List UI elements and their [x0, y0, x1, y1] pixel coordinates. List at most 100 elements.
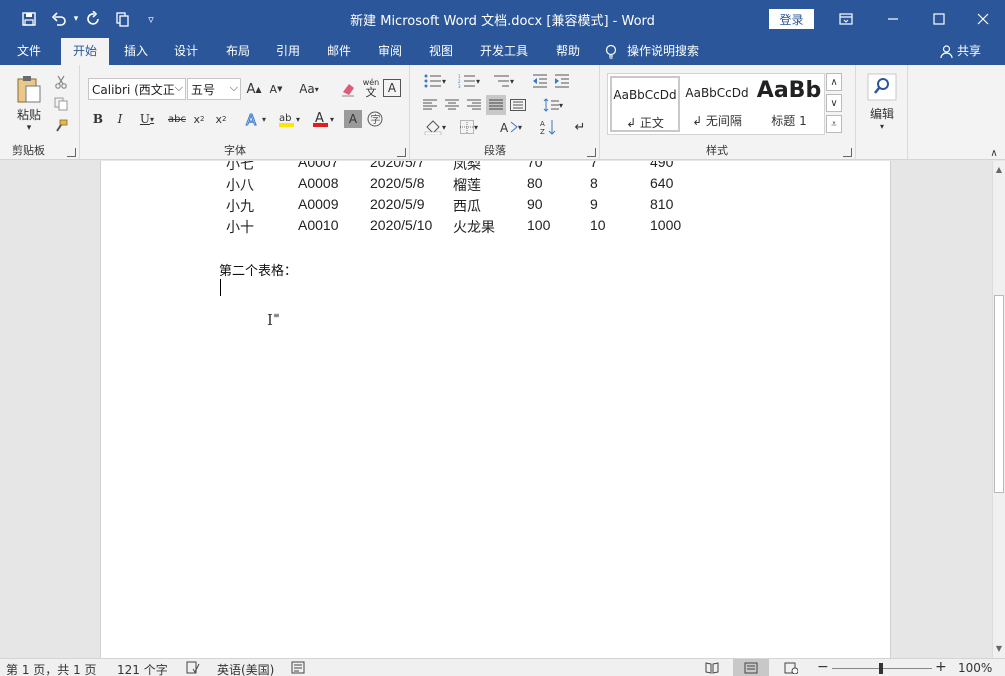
table-cell: 80 [527, 175, 543, 191]
tab-file[interactable]: 文件 [4, 38, 54, 65]
zoom-in-icon[interactable]: + [935, 659, 947, 675]
copy-icon[interactable] [52, 95, 70, 113]
zoom-level[interactable]: 100% [958, 661, 992, 675]
paragraph-text: 第二个表格： [219, 264, 298, 279]
redo-icon[interactable] [84, 0, 104, 38]
tab-insert[interactable]: 插入 [113, 38, 159, 65]
distributed-icon[interactable] [508, 95, 528, 115]
shrink-font-icon[interactable]: A ▼ [266, 79, 286, 99]
paragraph-launcher-icon[interactable] [587, 148, 596, 157]
font-color-icon[interactable]: A ▾ [308, 109, 338, 129]
bold-icon[interactable]: B [90, 110, 106, 128]
justify-icon[interactable] [486, 95, 506, 115]
font-size-dropdown[interactable]: 五号 ⌵ [187, 78, 241, 100]
editing-button[interactable]: 编辑 ▾ [862, 71, 902, 133]
strikethrough-icon[interactable]: abc [166, 110, 188, 128]
enclose-characters-icon[interactable]: 字 [366, 110, 384, 128]
font-name-dropdown[interactable]: Calibri (西文正 ⌵ [88, 78, 186, 100]
styles-scroll-up-icon[interactable]: ∧ [826, 73, 842, 91]
word-count[interactable]: 121 个字 [117, 661, 168, 676]
format-painter-icon[interactable] [52, 117, 70, 135]
login-button[interactable]: 登录 [769, 9, 814, 29]
italic-icon[interactable]: I [112, 110, 128, 128]
svg-text:A: A [246, 111, 257, 128]
font-launcher-icon[interactable] [397, 148, 406, 157]
bullets-icon[interactable]: ▾ [420, 71, 450, 91]
grow-font-icon[interactable]: A ▲ [244, 79, 264, 99]
read-mode-icon[interactable] [699, 659, 725, 676]
align-left-icon[interactable] [420, 95, 440, 115]
save-icon[interactable] [18, 0, 40, 38]
table-cell: 9 [590, 196, 598, 212]
tab-developer[interactable]: 开发工具 [472, 38, 536, 65]
paste-button[interactable]: 粘贴 ▾ [12, 73, 46, 133]
ribbon-tabs: 文件 开始 插入 设计 布局 引用 邮件 审阅 视图 开发工具 帮助 操作说明搜… [0, 38, 1005, 65]
tab-help[interactable]: 帮助 [545, 38, 591, 65]
clear-formatting-icon[interactable] [338, 79, 358, 99]
style-no-spacing[interactable]: AaBbCcDd ↲ 无间隔 [682, 76, 752, 132]
tell-me-search[interactable]: 操作说明搜索 [605, 38, 699, 65]
character-border-icon[interactable]: A [383, 79, 401, 97]
styles-scroll-down-icon[interactable]: ∨ [826, 94, 842, 112]
tab-review[interactable]: 审阅 [367, 38, 413, 65]
clipboard-launcher-icon[interactable] [67, 148, 76, 157]
cut-icon[interactable] [52, 73, 70, 91]
touch-mode-icon[interactable] [112, 0, 132, 38]
zoom-slider-thumb[interactable] [879, 663, 883, 674]
underline-icon[interactable]: U ▾ [134, 110, 160, 128]
share-label: 共享 [957, 44, 982, 58]
subscript-icon[interactable]: x2 [190, 110, 208, 128]
tab-references[interactable]: 引用 [265, 38, 311, 65]
scroll-up-icon[interactable]: ▲ [993, 163, 1005, 177]
tab-layout[interactable]: 布局 [215, 38, 261, 65]
print-layout-icon[interactable] [733, 659, 769, 676]
language-indicator[interactable]: 英语(美国) [217, 661, 274, 676]
show-marks-icon[interactable]: ↵ [570, 117, 590, 137]
shading-icon[interactable]: ▾ [420, 117, 450, 137]
styles-more-icon[interactable]: ⩡ [826, 115, 842, 133]
minimize-icon[interactable] [870, 0, 916, 38]
collapse-ribbon-icon[interactable]: ∧ [986, 147, 1002, 159]
phonetic-guide-icon[interactable]: wén 文 [360, 75, 382, 101]
increase-indent-icon[interactable] [552, 71, 572, 91]
character-shading-icon[interactable]: A [344, 110, 362, 128]
undo-dropdown-icon[interactable]: ▾ [70, 0, 82, 38]
text-effects-icon[interactable]: A ▾ [240, 109, 270, 129]
multilevel-list-icon[interactable]: ▾ [488, 71, 518, 91]
align-right-icon[interactable] [464, 95, 484, 115]
share-button[interactable]: 共享 [940, 38, 981, 65]
tab-home[interactable]: 开始 [61, 38, 109, 65]
scroll-thumb[interactable] [994, 295, 1004, 493]
undo-icon[interactable] [48, 0, 70, 38]
highlight-icon[interactable]: ab ▾ [274, 109, 304, 129]
customize-icon[interactable]: ▿ [142, 0, 160, 38]
page-count[interactable]: 第 1 页，共 1 页 [6, 661, 97, 676]
chinese-layout-icon[interactable]: A ▾ [496, 117, 526, 137]
scroll-down-icon[interactable]: ▼ [993, 642, 1005, 656]
tab-view[interactable]: 视图 [418, 38, 464, 65]
change-case-icon[interactable]: Aa ▾ [294, 79, 324, 99]
document-page[interactable]: 小七 A0007 2020/5/7 凤梨 70 7 490 小八 A0008 2… [100, 161, 891, 658]
proofing-icon[interactable] [186, 661, 200, 676]
macro-recording-icon[interactable] [291, 661, 305, 676]
tab-design[interactable]: 设计 [163, 38, 209, 65]
align-center-icon[interactable] [442, 95, 462, 115]
styles-launcher-icon[interactable] [843, 148, 852, 157]
borders-icon[interactable]: ▾ [454, 117, 484, 137]
close-icon[interactable] [960, 0, 1005, 38]
ribbon-display-icon[interactable] [823, 0, 869, 38]
tab-mailings[interactable]: 邮件 [316, 38, 362, 65]
style-heading-1[interactable]: AaBb 标题 1 [754, 76, 824, 132]
line-spacing-icon[interactable]: ▾ [538, 95, 568, 115]
decrease-indent-icon[interactable] [530, 71, 550, 91]
title-bar: ▾ ▿ 新建 Microsoft Word 文档.docx [兼容模式] - W… [0, 0, 1005, 38]
maximize-icon[interactable] [916, 0, 962, 38]
zoom-out-icon[interactable]: − [817, 659, 829, 675]
sort-icon[interactable]: AZ [538, 117, 558, 137]
table-cell: 100 [527, 217, 551, 233]
web-layout-icon[interactable] [778, 659, 804, 676]
numbering-icon[interactable]: 1 2 3 ▾ [454, 71, 484, 91]
vertical-scrollbar[interactable]: ▲ ▼ [992, 161, 1005, 658]
style-normal[interactable]: AaBbCcDd ↲ 正文 [610, 76, 680, 132]
superscript-icon[interactable]: x2 [212, 110, 230, 128]
